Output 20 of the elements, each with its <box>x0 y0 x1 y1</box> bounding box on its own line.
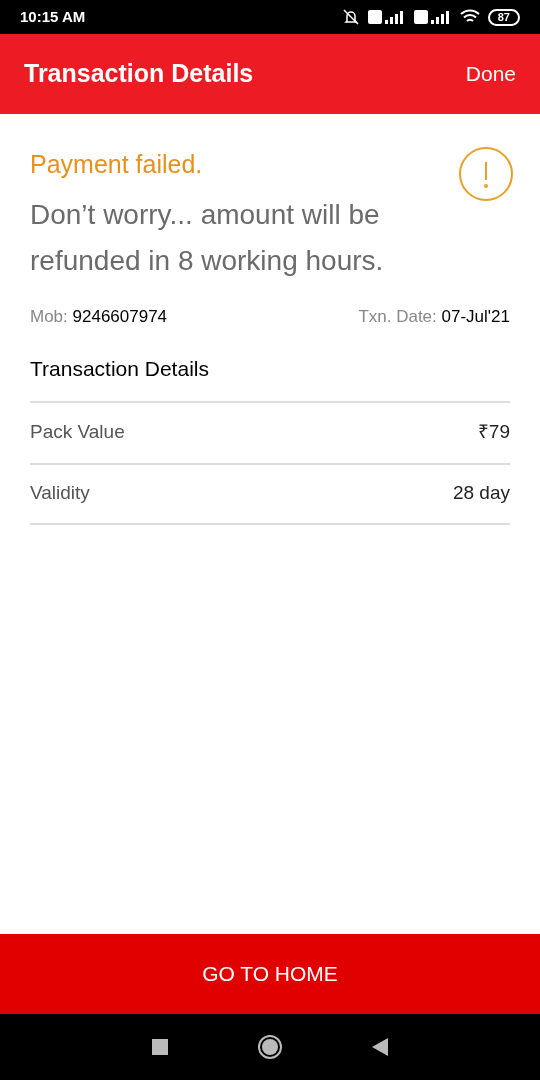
warning-icon <box>458 146 514 202</box>
signal-icon <box>367 9 406 25</box>
mobile-number: Mob: 9246607974 <box>30 305 168 328</box>
home-icon[interactable] <box>258 1035 282 1059</box>
section-title: Transaction Details <box>30 356 210 382</box>
status-message: Don’t worry... amount will be refunded in 8 working hours. <box>30 197 385 278</box>
done-button[interactable]: Done <box>465 58 516 90</box>
header-title: Transaction Details <box>24 58 254 90</box>
detail-label: Pack Value <box>30 420 125 445</box>
go-home-button[interactable]: GO TO HOME <box>0 934 540 1014</box>
bell-off-icon <box>341 8 360 26</box>
status-title: Payment failed. <box>30 149 204 180</box>
detail-value: 28 day <box>452 481 510 506</box>
battery-indicator: 87 <box>487 8 520 26</box>
back-icon[interactable] <box>372 1038 388 1056</box>
detail-label: Validity <box>30 481 90 506</box>
status-time: 10:15 AM <box>20 6 86 27</box>
signal-icon <box>413 9 452 25</box>
transaction-date: Txn. Date: 07-Jul'21 <box>358 305 510 328</box>
detail-value: ₹79 <box>477 420 510 445</box>
